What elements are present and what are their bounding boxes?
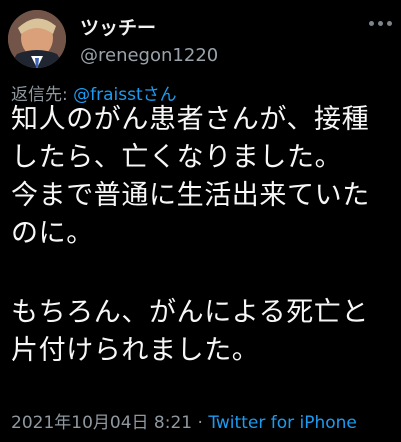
tweet-text-line: したら、亡くなりました。 <box>11 142 343 173</box>
user-handle[interactable]: @renegon1220 <box>80 45 218 66</box>
tweet-text-line: 今まで普通に生活出来ていた <box>11 180 370 211</box>
avatar[interactable] <box>8 10 66 68</box>
meta-separator: · <box>192 413 209 433</box>
paragraph-break <box>11 253 393 294</box>
tweet-text-line: もちろん、がんによる死亡と <box>11 297 369 328</box>
source-link[interactable]: Twitter for iPhone <box>208 413 357 433</box>
display-name[interactable]: ツッチー <box>80 13 156 40</box>
tweet-meta: 2021年10月04日 8:21 · Twitter for iPhone <box>11 408 357 433</box>
tweet-text-line: 知人のがん患者さんが、接種 <box>11 104 370 135</box>
tweet-text-line: 片付けられました。 <box>11 335 260 366</box>
tweet-text: 知人のがん患者さんが、接種 したら、亡くなりました。 今まで普通に生活出来ていた のに… <box>11 101 393 370</box>
tweet-text-line: のに。 <box>11 218 94 249</box>
more-options-icon[interactable] <box>369 18 393 30</box>
avatar-portrait-icon <box>8 10 66 68</box>
timestamp[interactable]: 2021年10月04日 8:21 <box>11 413 192 433</box>
tweet-header: ツッチー @renegon1220 <box>8 10 393 68</box>
